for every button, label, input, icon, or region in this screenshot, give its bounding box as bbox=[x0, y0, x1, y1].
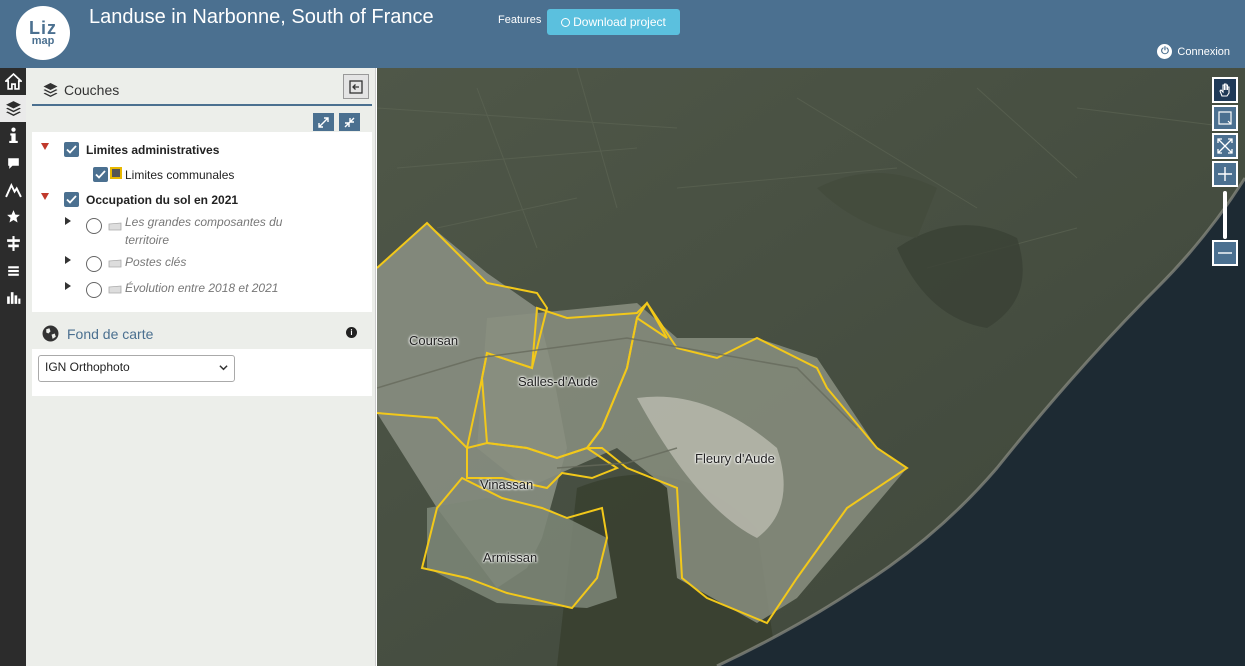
expand-toggle-icon[interactable] bbox=[65, 217, 71, 225]
toolbar-locate[interactable] bbox=[0, 230, 26, 257]
layer-group-label[interactable]: Occupation du sol en 2021 bbox=[86, 193, 238, 207]
top-header: Liz map Landuse in Narbonne, South of Fr… bbox=[0, 0, 1245, 68]
info-circle-icon[interactable]: i bbox=[346, 327, 357, 338]
orthophoto-basemap bbox=[377, 68, 1245, 666]
map-label-town: Salles-d'Aude bbox=[518, 374, 598, 389]
zoom-in-button[interactable] bbox=[1212, 161, 1238, 187]
layer-checkbox[interactable] bbox=[93, 167, 108, 182]
left-toolbar bbox=[0, 68, 26, 666]
login-link[interactable]: ⏻ Connexion bbox=[1157, 44, 1230, 59]
info-icon bbox=[8, 127, 18, 143]
map-label-town: Fleury d'Aude bbox=[695, 451, 775, 466]
zoom-out-button[interactable] bbox=[1212, 240, 1238, 266]
layer-radio[interactable] bbox=[86, 218, 102, 234]
layers-panel-title: Couches bbox=[64, 82, 120, 98]
logo-text-bottom: map bbox=[31, 34, 55, 47]
zoom-to-extent-button[interactable] bbox=[1212, 133, 1238, 159]
layer-label[interactable]: Limites communales bbox=[125, 168, 234, 182]
login-label: Connexion bbox=[1177, 45, 1230, 58]
expand-all-button[interactable] bbox=[313, 113, 334, 131]
list-icon bbox=[7, 266, 19, 276]
group-icon bbox=[108, 222, 122, 231]
group-icon bbox=[108, 259, 122, 268]
toolbar-layers[interactable] bbox=[0, 95, 26, 122]
expand-toggle-icon[interactable] bbox=[65, 282, 71, 290]
pan-button[interactable] bbox=[1212, 77, 1238, 103]
comment-icon bbox=[7, 158, 19, 169]
layers-panel: Couches Limites administratives Limites … bbox=[26, 68, 376, 666]
expand-arrows-icon bbox=[1217, 138, 1233, 154]
layer-label[interactable]: Postes clés bbox=[125, 253, 186, 271]
layer-legend-swatch bbox=[110, 167, 122, 179]
zoom-slider[interactable] bbox=[1223, 191, 1227, 239]
toolbar-bookmarks[interactable] bbox=[0, 203, 26, 230]
layer-checkbox[interactable] bbox=[64, 142, 79, 157]
toolbar-elevation[interactable] bbox=[0, 176, 26, 203]
layer-label[interactable]: Les grandes composantes du bbox=[125, 213, 282, 231]
basemap-box: IGN Orthophoto bbox=[32, 349, 372, 396]
download-icon bbox=[561, 17, 571, 27]
download-project-label: Download project bbox=[573, 15, 666, 29]
signpost-icon bbox=[6, 236, 20, 251]
lizmap-logo[interactable]: Liz map bbox=[16, 6, 70, 60]
toolbar-home[interactable] bbox=[0, 68, 26, 95]
layer-radio[interactable] bbox=[86, 256, 102, 272]
compress-icon bbox=[344, 117, 355, 127]
expand-toggle-icon[interactable] bbox=[41, 193, 49, 200]
minus-icon bbox=[1218, 252, 1232, 254]
bar-chart-icon bbox=[6, 292, 20, 304]
layers-panel-header: Couches bbox=[32, 74, 372, 106]
power-icon: ⏻ bbox=[1157, 44, 1173, 59]
basemap-title: Fond de carte bbox=[67, 326, 154, 342]
layer-checkbox[interactable] bbox=[64, 192, 79, 207]
map-label-town: Armissan bbox=[483, 550, 538, 565]
expand-toggle-icon[interactable] bbox=[65, 256, 71, 264]
expand-icon bbox=[318, 116, 329, 128]
check-icon bbox=[95, 170, 106, 179]
elevation-icon bbox=[4, 183, 22, 198]
zoom-box-button[interactable] bbox=[1212, 105, 1238, 131]
layer-group-label[interactable]: Limites administratives bbox=[86, 143, 219, 157]
layers-icon bbox=[5, 101, 21, 116]
map-view[interactable]: Coursan Salles-d'Aude Fleury d'Aude Vina… bbox=[377, 68, 1245, 666]
layers-icon bbox=[43, 83, 58, 97]
toolbar-info[interactable] bbox=[0, 122, 26, 149]
collapse-panel-button[interactable] bbox=[343, 74, 369, 99]
home-icon bbox=[4, 73, 22, 90]
layer-label[interactable]: Évolution entre 2018 et 2021 bbox=[125, 279, 278, 297]
download-project-button[interactable]: Download project bbox=[547, 9, 680, 35]
check-icon bbox=[66, 195, 77, 204]
map-label-town: Coursan bbox=[409, 333, 459, 348]
basemap-selected-value: IGN Orthophoto bbox=[45, 360, 130, 374]
globe-icon bbox=[42, 325, 59, 342]
toolbar-dataviz[interactable] bbox=[0, 284, 26, 311]
toolbar-attribute-table[interactable] bbox=[0, 257, 26, 284]
star-icon bbox=[6, 210, 20, 223]
layer-label[interactable]: territoire bbox=[125, 231, 169, 249]
hand-icon bbox=[1219, 83, 1230, 97]
zoom-box-icon bbox=[1218, 111, 1232, 125]
group-icon bbox=[108, 285, 122, 294]
basemap-select[interactable]: IGN Orthophoto bbox=[38, 355, 235, 382]
layer-radio[interactable] bbox=[86, 282, 102, 298]
toolbar-comment[interactable] bbox=[0, 149, 26, 176]
basemap-header: Fond de carte i bbox=[32, 320, 372, 348]
logo-text-top: Liz bbox=[29, 17, 57, 38]
collapse-all-button[interactable] bbox=[339, 113, 360, 131]
project-title: Landuse in Narbonne, South of France bbox=[89, 6, 434, 28]
arrow-left-from-box-icon bbox=[349, 79, 363, 94]
chevron-down-icon bbox=[219, 365, 228, 371]
map-label-town: Vinassan bbox=[480, 477, 534, 492]
expand-toggle-icon[interactable] bbox=[41, 143, 49, 150]
layer-tree: Limites administratives Limites communal… bbox=[32, 132, 372, 312]
check-icon bbox=[66, 145, 77, 154]
features-label: Features bbox=[498, 14, 542, 26]
plus-icon bbox=[1218, 167, 1232, 181]
